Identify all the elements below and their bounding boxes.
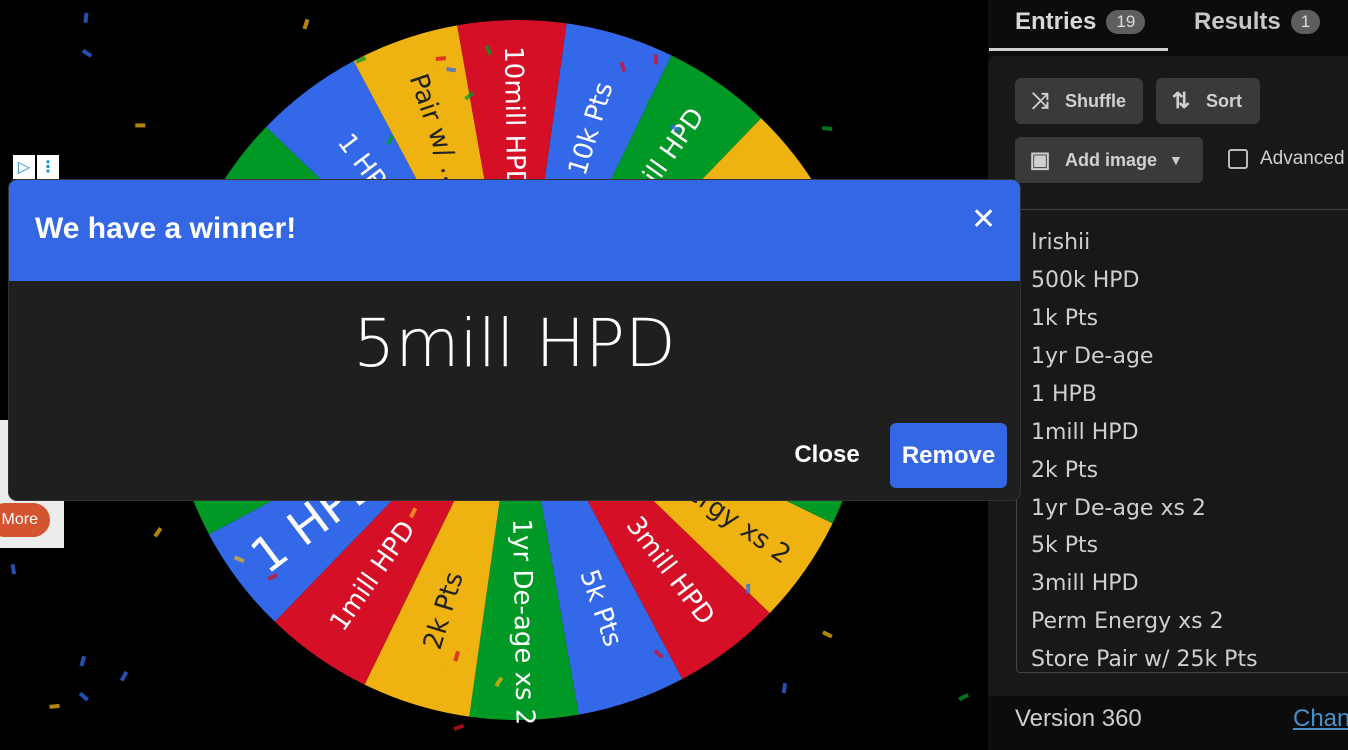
confetti-piece [119, 670, 129, 682]
ad-menu-icon[interactable]: ⋮ [37, 155, 59, 179]
confetti-piece [232, 501, 244, 511]
confetti-piece [436, 66, 447, 72]
close-button[interactable]: Close [779, 423, 875, 487]
entries-panel: ⤨ Shuffle ⇅ Sort ▣ Add image ▼ Advanced … [988, 56, 1348, 696]
active-tab-indicator [989, 48, 1168, 51]
shuffle-button[interactable]: ⤨ Shuffle [1015, 78, 1143, 124]
confetti-piece [958, 693, 970, 702]
confetti-piece [439, 658, 450, 669]
image-icon: ▣ [1029, 147, 1051, 172]
list-item: 1mill HPD [1031, 420, 1139, 445]
list-item: 3mill HPD [1031, 571, 1139, 596]
version-label: Version 360 [1015, 705, 1142, 732]
list-item: 2k Pts [1031, 458, 1099, 483]
side-panel: Entries 19 Results 1 ⤨ Shuffle ⇅ Sort ▣ … [988, 0, 1348, 750]
sort-label: Sort [1206, 90, 1242, 111]
ad-more-button[interactable]: More [0, 503, 50, 537]
tab-entries[interactable]: Entries 19 [1015, 8, 1146, 36]
confetti-piece [83, 12, 89, 23]
confetti-piece [81, 48, 93, 58]
confetti-piece [233, 555, 245, 564]
winner-text: 5mill HPD [353, 305, 676, 382]
shuffle-label: Shuffle [1065, 90, 1126, 111]
confetti-piece [267, 573, 279, 581]
dialog-title: We have a winner! [35, 212, 297, 245]
advanced-checkbox[interactable] [1228, 149, 1248, 169]
confetti-piece [464, 91, 475, 101]
results-count-badge: 1 [1290, 10, 1321, 34]
list-item: Irishii [1031, 230, 1091, 255]
confetti-piece [355, 56, 367, 64]
confetti-piece [453, 723, 465, 731]
close-icon[interactable]: ✕ [971, 202, 996, 237]
list-item: 1yr De-age [1031, 344, 1154, 369]
confetti-piece [302, 18, 310, 30]
confetti-piece [746, 583, 751, 594]
dialog-header: We have a winner! ✕ [9, 180, 1020, 281]
tab-results[interactable]: Results 1 [1194, 8, 1321, 36]
confetti-piece [78, 691, 89, 702]
changelog-link[interactable]: Chan [1293, 705, 1348, 733]
sort-icon: ⇅ [1171, 88, 1191, 113]
confetti-piece [484, 44, 493, 56]
tab-entries-label: Entries [1015, 8, 1097, 35]
confetti-piece [781, 682, 788, 694]
tab-bar: Entries 19 Results 1 [988, 0, 1348, 52]
confetti-piece [489, 35, 499, 47]
list-item: 500k HPD [1031, 268, 1140, 293]
confetti-piece [49, 703, 60, 709]
confetti-piece [409, 507, 418, 519]
confetti-piece [494, 676, 504, 688]
winner-dialog: We have a winner! ✕ 5mill HPD Close Remo… [9, 180, 1020, 500]
entries-count-badge: 19 [1106, 10, 1146, 34]
confetti-piece [385, 134, 395, 146]
list-item: 1 HPB [1031, 382, 1097, 407]
ad-play-icon[interactable]: ▷ [13, 155, 35, 179]
list-item: 1yr De-age xs 2 [1031, 496, 1206, 521]
add-image-button[interactable]: ▣ Add image ▼ [1015, 137, 1203, 183]
confetti-piece [445, 66, 457, 73]
entries-textarea[interactable]: Irishii 500k HPD 1k Pts 1yr De-age 1 HPB… [1016, 209, 1348, 673]
advanced-toggle[interactable]: Advanced [1228, 148, 1345, 170]
confetti-piece [435, 56, 447, 62]
confetti-piece [153, 527, 163, 538]
sort-button[interactable]: ⇅ Sort [1156, 78, 1260, 124]
confetti-piece [10, 563, 17, 575]
confetti-piece [822, 125, 833, 132]
list-item: Store Pair w/ 25k Pts [1031, 647, 1258, 672]
confetti-piece [619, 61, 627, 73]
confetti-piece [653, 649, 664, 659]
confetti-piece [135, 123, 146, 128]
confetti-piece [646, 99, 657, 109]
tab-results-label: Results [1194, 8, 1281, 35]
shuffle-icon: ⤨ [1031, 88, 1049, 113]
ad-choices[interactable]: ▷ ⋮ [13, 155, 59, 179]
confetti-piece [653, 54, 658, 65]
list-item: Perm Energy xs 2 [1031, 609, 1224, 634]
remove-button[interactable]: Remove [890, 423, 1007, 488]
list-item: 5k Pts [1031, 533, 1099, 558]
confetti-piece [822, 630, 833, 639]
confetti-piece [79, 655, 87, 667]
add-image-label: Add image [1065, 149, 1158, 170]
list-item: 1k Pts [1031, 306, 1099, 331]
confetti-piece [669, 123, 681, 133]
confetti-piece [453, 650, 460, 662]
chevron-down-icon: ▼ [1169, 152, 1183, 168]
advanced-label: Advanced [1260, 148, 1345, 169]
